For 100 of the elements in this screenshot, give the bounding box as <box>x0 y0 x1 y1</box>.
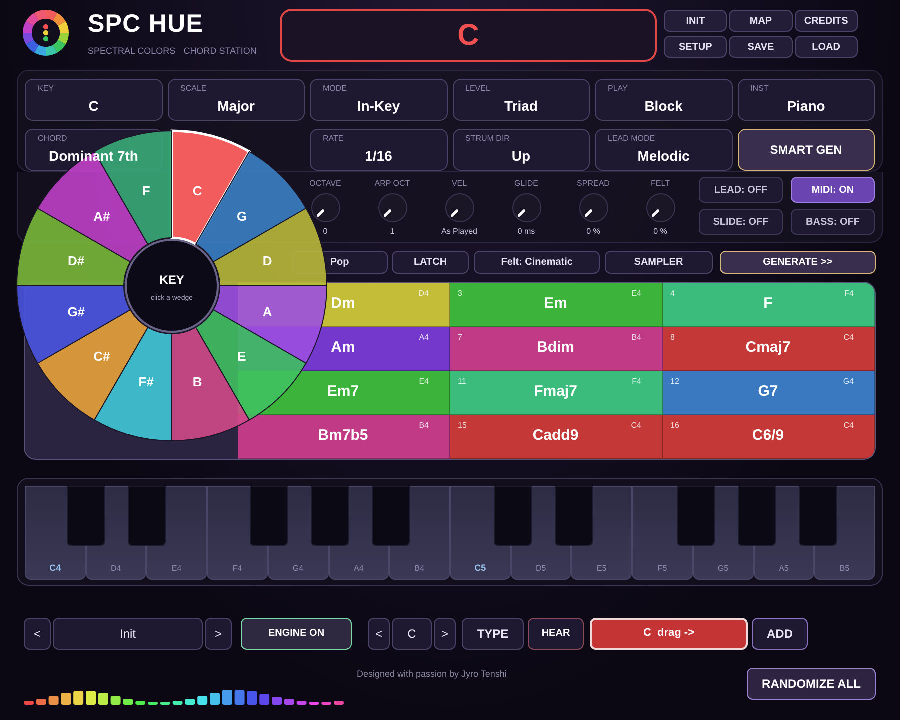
field-value: C <box>88 97 100 116</box>
pad-number: 15 <box>458 420 467 432</box>
app-subtitle: SPECTRAL COLORS <box>88 45 176 58</box>
wedge-label: F# <box>138 374 154 390</box>
pad-note: C4 <box>844 420 854 432</box>
key-wedge[interactable] <box>196 310 307 421</box>
preset-field[interactable]: Init <box>53 618 203 650</box>
chord-pad[interactable]: 15 C4 Cadd9 <box>450 415 662 459</box>
knob[interactable] <box>644 192 676 224</box>
knob[interactable] <box>510 192 542 224</box>
parameter-field[interactable]: LEAD MODE Melodic <box>595 128 732 170</box>
chord-pad[interactable]: 16 C4 C6/9 <box>662 415 875 459</box>
parameter-field[interactable]: PLAY Block <box>595 79 732 121</box>
key-label: D4 <box>110 563 122 575</box>
parameter-field[interactable]: MODE In-Key <box>310 79 448 121</box>
wedge-label: A# <box>94 209 110 224</box>
parameter-field[interactable]: RATE 1/16 <box>310 128 448 170</box>
pad-note: B4 <box>419 420 429 432</box>
field-label: LEAD MODE <box>608 134 656 144</box>
pad-chord: Fmaj7 <box>534 382 578 402</box>
knob[interactable] <box>578 192 610 224</box>
action-button[interactable]: GENERATE >> <box>720 251 876 274</box>
toggle-button[interactable]: MIDI: ON <box>791 177 875 203</box>
knob[interactable] <box>310 192 342 224</box>
parameter-field[interactable]: KEY C <box>25 79 162 121</box>
pad-chord: Bm7b5 <box>318 426 368 446</box>
parameter-field[interactable]: LEVEL Triad <box>452 79 590 121</box>
parameter-field[interactable]: STRUM DIR Up <box>452 128 590 170</box>
toggle-button[interactable]: SLIDE: OFF <box>699 209 783 235</box>
wedge-label: A <box>262 304 272 320</box>
previous-button[interactable]: < <box>368 618 390 650</box>
toggle-button[interactable]: BASS: OFF <box>791 209 875 235</box>
field-value: Triad <box>504 97 539 116</box>
knob[interactable] <box>376 192 408 224</box>
action-button[interactable]: SAMPLER <box>604 251 713 274</box>
knob-value: 0 ms <box>518 227 536 237</box>
pad-note: D4 <box>418 288 429 300</box>
action-button[interactable]: LATCH <box>392 251 470 274</box>
pad-chord: Em <box>544 294 568 314</box>
chord-pad[interactable]: B4 Bm7b5 <box>238 415 450 459</box>
knob-label: VEL <box>452 179 468 189</box>
knob-value: 0 % <box>586 227 600 237</box>
key-label: A4 <box>354 563 364 575</box>
pad-chord: F <box>764 294 773 314</box>
parameter-field[interactable]: INST Piano <box>738 79 875 121</box>
menu-button[interactable]: INIT <box>664 10 728 32</box>
field-label: PLAY <box>608 84 629 94</box>
menu-button[interactable]: SETUP <box>664 36 728 58</box>
pad-chord: Dm <box>331 294 356 314</box>
next-button[interactable]: > <box>434 618 456 650</box>
chord-field[interactable]: C <box>392 618 432 650</box>
chord-pad[interactable]: 8 C4 Cmaj7 <box>662 327 875 371</box>
pad-note: C4 <box>631 420 642 432</box>
field-label: STRUM DIR <box>466 134 511 144</box>
pad-note: C4 <box>844 332 854 344</box>
knob-label: ARP OCT <box>374 179 410 189</box>
type-button[interactable]: TYPE <box>462 618 524 650</box>
toggle-button[interactable]: LEAD: OFF <box>699 177 783 203</box>
pad-chord: G7 <box>758 382 778 402</box>
wedge-label: F <box>142 183 150 198</box>
action-button[interactable]: Felt: Cinematic <box>474 251 600 274</box>
key-label: G5 <box>718 563 729 575</box>
knob-label: OCTAVE <box>310 179 342 189</box>
pad-number: 11 <box>458 376 466 388</box>
key-wedge[interactable] <box>213 286 328 364</box>
chord-pad[interactable]: 12 G4 G7 <box>662 371 875 415</box>
menu-button[interactable]: MAP <box>729 10 793 32</box>
pad-note: F4 <box>844 288 854 300</box>
menu-button[interactable]: CREDITS <box>794 10 858 32</box>
field-value: Major <box>216 97 256 116</box>
smart-gen-button[interactable]: SMART GEN <box>738 128 875 170</box>
key-wedge[interactable] <box>213 208 328 286</box>
engine-button[interactable]: ENGINE ON <box>241 618 352 650</box>
wedge-label: B <box>192 374 202 390</box>
key-wedge[interactable] <box>172 327 250 442</box>
key-wedge[interactable] <box>94 327 172 442</box>
key-label: C4 <box>50 562 62 574</box>
chord-display-text: C <box>458 18 480 54</box>
next-button[interactable]: > <box>205 618 232 650</box>
wedge-label: E <box>238 349 246 364</box>
knob[interactable] <box>444 192 476 224</box>
knob-label: SPREAD <box>577 179 610 189</box>
parameter-field[interactable]: SCALE Major <box>168 79 305 121</box>
previous-button[interactable]: < <box>24 618 51 650</box>
pad-number: 12 <box>670 376 680 388</box>
hear-button[interactable]: HEAR <box>528 618 584 650</box>
key-label: D5 <box>536 563 546 575</box>
add-button[interactable]: ADD <box>752 618 808 650</box>
key-wedge[interactable] <box>16 208 131 286</box>
randomize-button[interactable]: RANDOMIZE ALL <box>747 668 876 700</box>
pad-note: G4 <box>843 376 854 388</box>
pad-note: A4 <box>419 332 429 344</box>
menu-button[interactable]: SAVE <box>729 36 793 58</box>
chord-pad[interactable]: 7 B4 Bdim <box>450 327 662 371</box>
wedge-label: C# <box>94 349 110 364</box>
pad-note: E4 <box>632 288 642 300</box>
knob-value: 1 <box>390 227 395 237</box>
drag-chord-button[interactable]: C drag -> <box>590 618 748 650</box>
menu-button[interactable]: LOAD <box>794 36 858 58</box>
key-wedge[interactable] <box>16 286 131 364</box>
